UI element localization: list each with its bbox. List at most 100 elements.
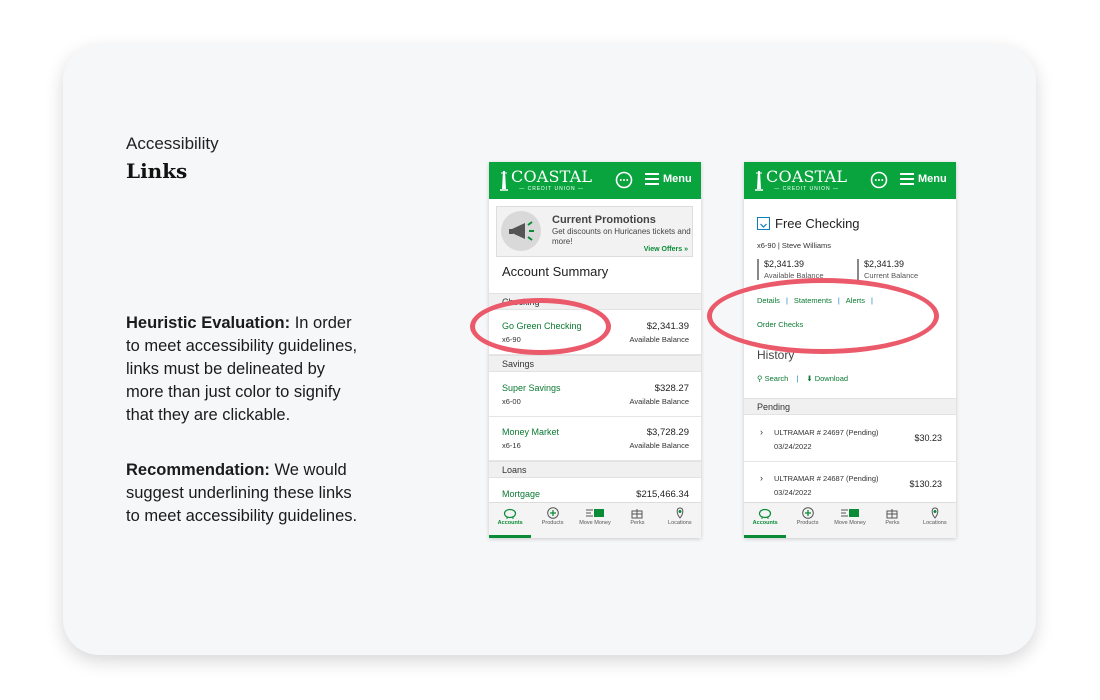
promotions-card[interactable]: Current Promotions Get discounts on Huri… xyxy=(496,206,693,257)
account-amount: $2,341.39 xyxy=(646,321,689,332)
current-balance-block: $2,341.39 Current Balance xyxy=(857,259,918,280)
section-loans: Loans xyxy=(489,461,701,478)
transaction-row[interactable]: › ULTRAMAR # 24697 (Pending) 03/24/2022 … xyxy=(744,416,956,462)
chevron-right-icon: › xyxy=(760,427,763,437)
tab-label: Perks xyxy=(630,520,645,526)
link-separator: | xyxy=(870,296,873,305)
logo-text: COASTAL xyxy=(766,167,848,186)
heuristic-label: Heuristic Evaluation: xyxy=(126,314,291,332)
account-number: x6-16 xyxy=(502,441,521,450)
bottom-tab-bar: Accounts Products Move Money Perks Locat… xyxy=(489,502,701,538)
account-link[interactable]: Money Market xyxy=(502,427,559,437)
link-separator: | xyxy=(796,374,799,383)
location-pin-icon xyxy=(931,507,939,519)
balance-label: Available Balance xyxy=(629,397,690,406)
available-balance-block: $2,341.39 Available Balance xyxy=(757,259,824,280)
tab-accounts[interactable]: Accounts xyxy=(744,503,787,538)
gift-icon xyxy=(886,509,898,519)
coastal-logo[interactable]: COASTAL — CREDIT UNION — xyxy=(754,169,847,192)
search-icon: ⚲ xyxy=(757,374,763,383)
menu-label: Menu xyxy=(918,173,947,185)
account-title: Free Checking xyxy=(775,216,860,231)
account-link[interactable]: Mortgage xyxy=(502,489,540,499)
tab-move-money[interactable]: Move Money xyxy=(829,503,871,538)
account-subtitle: x6-90 | Steve Williams xyxy=(757,241,832,250)
account-number: x6-90 xyxy=(502,335,521,344)
balance-amount: $2,341.39 xyxy=(764,259,805,269)
tab-label: Locations xyxy=(923,520,947,526)
history-title: History xyxy=(757,348,795,362)
coastal-logo[interactable]: COASTAL — CREDIT UNION — xyxy=(499,169,592,192)
transaction-date: 03/24/2022 xyxy=(774,488,812,497)
lighthouse-icon xyxy=(755,171,763,191)
account-link[interactable]: Super Savings xyxy=(502,383,561,393)
eyebrow-label: Accessibility xyxy=(126,134,219,153)
balance-label: Current Balance xyxy=(864,271,919,280)
tab-products[interactable]: Products xyxy=(786,503,828,538)
app-header: COASTAL — CREDIT UNION — Menu xyxy=(744,162,956,199)
logo-subtext: — CREDIT UNION — xyxy=(519,186,585,192)
phone-screen-account-details: COASTAL — CREDIT UNION — Menu Free Check… xyxy=(744,162,956,538)
double-chevron-icon: » xyxy=(684,246,688,253)
account-dropdown-toggle[interactable] xyxy=(757,217,770,230)
download-link[interactable]: ⬇ Download xyxy=(806,374,848,383)
link-separator: | xyxy=(785,296,788,305)
logo-subtext: — CREDIT UNION — xyxy=(774,186,840,192)
bottom-tab-bar: Accounts Products Move Money Perks Locat… xyxy=(744,502,956,538)
tab-perks[interactable]: Perks xyxy=(871,503,913,538)
tab-products[interactable]: Products xyxy=(531,503,573,538)
section-savings: Savings xyxy=(489,355,701,372)
promo-title: Current Promotions xyxy=(552,214,656,226)
tab-locations[interactable]: Locations xyxy=(914,503,956,538)
tab-label: Accounts xyxy=(752,520,778,526)
tab-perks[interactable]: Perks xyxy=(616,503,658,538)
tab-label: Perks xyxy=(885,520,900,526)
chevron-down-icon xyxy=(760,223,767,228)
view-offers-label: View Offers xyxy=(643,246,683,253)
plus-circle-icon xyxy=(546,507,559,519)
account-row[interactable]: Super Savings x6-00 $328.27 Available Ba… xyxy=(489,373,701,417)
search-link[interactable]: ⚲ Search xyxy=(757,374,788,383)
tab-label: Products xyxy=(541,520,564,526)
piggy-bank-icon xyxy=(759,508,772,519)
account-row[interactable]: Go Green Checking x6-90 $2,341.39 Availa… xyxy=(489,311,701,355)
lighthouse-icon xyxy=(500,171,508,191)
transaction-name: ULTRAMAR # 24687 (Pending) xyxy=(774,474,879,483)
account-amount: $328.27 xyxy=(654,383,689,394)
account-amount: $215,466.34 xyxy=(636,489,689,500)
menu-button[interactable]: Menu xyxy=(900,173,947,185)
transaction-date: 03/24/2022 xyxy=(774,442,812,451)
gift-icon xyxy=(631,509,643,519)
view-offers-link[interactable]: View Offers » xyxy=(644,246,688,253)
tab-move-money[interactable]: Move Money xyxy=(574,503,616,538)
account-summary-title: Account Summary xyxy=(502,264,609,279)
menu-button[interactable]: Menu xyxy=(645,173,692,185)
details-link[interactable]: Details xyxy=(757,296,780,305)
alerts-link[interactable]: Alerts xyxy=(846,296,865,305)
chevron-right-icon: › xyxy=(760,473,763,483)
recommendation-label: Recommendation: xyxy=(126,461,270,479)
transaction-amount: $30.23 xyxy=(914,433,942,443)
transaction-name: ULTRAMAR # 24697 (Pending) xyxy=(774,428,879,437)
recommendation-paragraph: Recommendation: We would suggest underli… xyxy=(126,459,366,528)
tab-label: Locations xyxy=(668,520,692,526)
tab-locations[interactable]: Locations xyxy=(659,503,701,538)
balance-label: Available Balance xyxy=(629,441,690,450)
piggy-bank-icon xyxy=(504,508,517,519)
transaction-amount: $130.23 xyxy=(909,479,942,489)
hamburger-icon xyxy=(900,173,914,185)
account-link[interactable]: Go Green Checking xyxy=(502,321,582,331)
account-row[interactable]: Money Market x6-16 $3,728.29 Available B… xyxy=(489,417,701,461)
balance-amount: $2,341.39 xyxy=(864,259,905,269)
chat-icon[interactable] xyxy=(870,171,888,189)
chat-icon[interactable] xyxy=(615,171,633,189)
link-separator: | xyxy=(837,296,840,305)
account-number: x6-00 xyxy=(502,397,521,406)
tab-accounts[interactable]: Accounts xyxy=(489,503,532,538)
section-checking: Checking xyxy=(489,293,701,310)
balance-label: Available Balance xyxy=(764,271,824,280)
promo-description: Get discounts on Huricanes tickets and m… xyxy=(552,227,691,246)
order-checks-link[interactable]: Order Checks xyxy=(757,320,803,329)
tab-label: Move Money xyxy=(834,520,866,526)
statements-link[interactable]: Statements xyxy=(794,296,832,305)
